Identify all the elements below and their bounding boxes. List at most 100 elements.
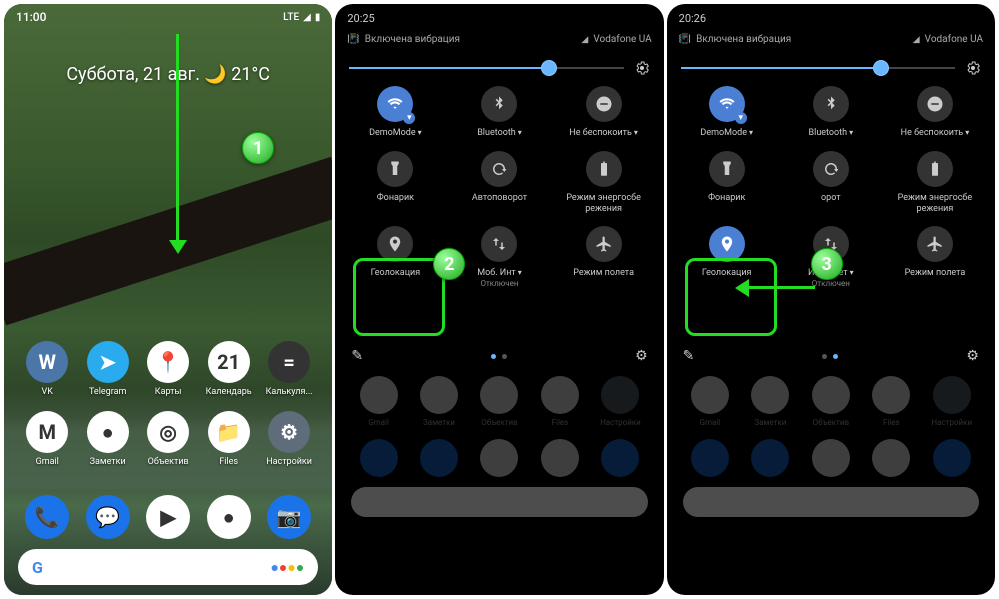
qs-tile-flashlight[interactable]: Фонарик (343, 151, 447, 215)
qs-time: 20:25 (347, 12, 374, 25)
app-Калькуля...[interactable]: = Калькуля... (262, 341, 316, 397)
app-VK[interactable]: WVK (20, 341, 74, 397)
app-icon: ➤ (87, 341, 129, 383)
settings-icon[interactable]: ⚙ (635, 348, 648, 364)
qs-tile-bluetooth[interactable]: Bluetooth▾ (447, 86, 551, 139)
app-label: Gmail (700, 418, 721, 427)
qs-statusbar: 20:25 (335, 4, 663, 28)
qs-tile-battery[interactable]: Режим энергосбе режения (883, 151, 987, 215)
qs-tile-airplane[interactable]: Режим полета (552, 226, 656, 288)
app-Files[interactable]: 📁Files (201, 411, 255, 467)
edit-tiles-icon[interactable]: ✎ (351, 348, 363, 364)
brightness-settings-icon[interactable] (965, 60, 981, 76)
signal-icon: ◢ (913, 35, 920, 45)
app-icon: M (26, 411, 68, 453)
qs-tile-autorotate[interactable]: орот (779, 151, 883, 215)
arrow-to-location (745, 286, 815, 289)
app-label: Календарь (206, 387, 252, 397)
app-label: Настройки (600, 418, 641, 427)
location-icon (377, 226, 413, 262)
google-logo-icon: G (32, 558, 43, 577)
highlight-location-on (685, 258, 777, 336)
app-Заметки[interactable]: Заметки (743, 376, 797, 427)
app-label: Объектив (481, 418, 518, 427)
app-Объектив[interactable]: Объектив (472, 376, 526, 427)
google-search-bar[interactable]: G ●●●● (18, 549, 318, 585)
carrier-label: Vodafone UA (925, 34, 983, 45)
app-Gmail[interactable]: Gmail (683, 376, 737, 427)
settings-icon[interactable]: ⚙ (966, 348, 979, 364)
qs-tile-bluetooth[interactable]: Bluetooth▾ (779, 86, 883, 139)
edit-tiles-icon[interactable]: ✎ (683, 348, 695, 364)
app-Заметки[interactable]: Заметки (412, 376, 466, 427)
qs-tile-label: Режим энергосбе режения (890, 193, 980, 215)
brightness-settings-icon[interactable] (634, 60, 650, 76)
dock-app[interactable]: 📷 (262, 495, 316, 539)
qs-footer: ✎ ⚙ (667, 348, 995, 364)
app-label: Заметки (423, 418, 455, 427)
app-Объектив[interactable]: Объектив (804, 376, 858, 427)
weather-widget[interactable]: Суббота, 21 авг. 🌙 21°C (4, 64, 332, 85)
qs-time: 20:26 (679, 12, 706, 25)
step-badge-3: 3 (811, 248, 843, 280)
app-label: Объектив (813, 418, 850, 427)
location-icon (709, 226, 745, 262)
app-Gmail[interactable]: MGmail (20, 411, 74, 467)
qs-tile-airplane[interactable]: Режим полета (883, 226, 987, 288)
app-icon (541, 376, 579, 414)
dnd-icon (917, 86, 953, 122)
qs-tile-flashlight[interactable]: Фонарик (675, 151, 779, 215)
dock-app[interactable]: ▶ (141, 495, 195, 539)
app-Объектив[interactable]: ◎Объектив (141, 411, 195, 467)
app-Карты[interactable]: 📍 Карты (141, 341, 195, 397)
dock-app[interactable]: ● (201, 495, 255, 539)
app-label: VK (42, 387, 53, 397)
qs-tile-label: Режим полета (905, 268, 966, 279)
app-Настройки[interactable]: ⚙Настройки (262, 411, 316, 467)
qs-tile-wifi[interactable]: ▾DemoMode▾ (675, 86, 779, 139)
app-Заметки[interactable]: ●Заметки (80, 411, 134, 467)
dock-app[interactable]: 📞 (20, 495, 74, 539)
app-Настройки[interactable]: Настройки (925, 376, 979, 427)
vibration-text: Включена вибрация (696, 34, 791, 45)
autorotate-icon (813, 151, 849, 187)
app-Календарь[interactable]: 21Календарь (201, 341, 255, 397)
dimmed-search-bar (683, 487, 979, 517)
dock-app[interactable]: 💬 (80, 495, 134, 539)
app-label: Калькуля... (266, 387, 313, 397)
app-icon: = (268, 341, 310, 383)
app-icon: 📍 (147, 341, 189, 383)
qs-tile-label: Фонарик (377, 193, 414, 204)
phone-panel-1: 11:00 LTE ◢ ▮ Суббота, 21 авг. 🌙 21°C 1 … (4, 4, 332, 595)
signal-icon: ◢ (581, 35, 588, 45)
status-right: LTE ◢ ▮ (283, 12, 320, 23)
qs-header: 📳 Включена вибрация ◢ Vodafone UA (667, 34, 995, 45)
qs-tile-autorotate[interactable]: Автоповорот (447, 151, 551, 215)
app-Telegram[interactable]: ➤Telegram (80, 341, 134, 397)
qs-tile-label: Bluetooth▾ (477, 128, 522, 139)
app-Files[interactable]: Files (864, 376, 918, 427)
app-label: Files (219, 457, 238, 467)
qs-header: 📳 Включена вибрация ◢ Vodafone UA (335, 34, 663, 45)
wifi-icon: ▾ (377, 86, 413, 122)
qs-tile-wifi[interactable]: ▾DemoMode▾ (343, 86, 447, 139)
qs-tile-battery[interactable]: Режим энергосбе режения (552, 151, 656, 215)
battery-icon: ▮ (315, 12, 321, 23)
app-icon (360, 376, 398, 414)
app-Files[interactable]: Files (533, 376, 587, 427)
bluetooth-icon (813, 86, 849, 122)
app-icon (812, 376, 850, 414)
qs-tile-dnd[interactable]: Не беспокоить▾ (552, 86, 656, 139)
brightness-slider[interactable] (349, 60, 649, 76)
page-indicator (822, 354, 838, 359)
app-label: Files (883, 418, 900, 427)
qs-tile-label: Режим энергосбе режения (559, 193, 649, 215)
app-Gmail[interactable]: Gmail (351, 376, 405, 427)
app-Настройки[interactable]: Настройки (593, 376, 647, 427)
battery-icon (917, 151, 953, 187)
app-label: Карты (155, 387, 182, 397)
app-icon (872, 376, 910, 414)
qs-tile-dnd[interactable]: Не беспокоить▾ (883, 86, 987, 139)
brightness-slider[interactable] (681, 60, 981, 76)
assistant-icon[interactable]: ●●●● (270, 559, 304, 576)
